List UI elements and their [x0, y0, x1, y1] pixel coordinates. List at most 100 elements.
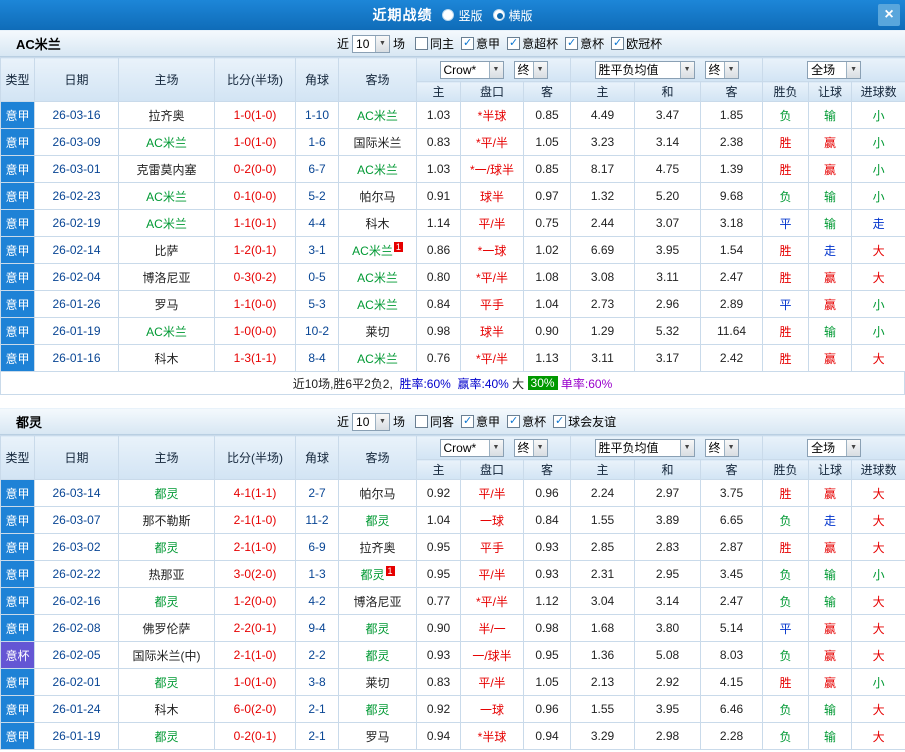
- home-team-cell: AC米兰: [118, 128, 215, 156]
- checkbox-icon[interactable]: [415, 415, 429, 428]
- filter-bar: 近 10 ▼ 场同客 ✓ 意甲 ✓ 意杯 ✓ 球会友谊: [334, 412, 616, 431]
- team-name-text: 国际米兰: [353, 135, 402, 150]
- chevron-down-icon: ▼: [375, 413, 390, 430]
- checkbox-icon[interactable]: ✓: [553, 415, 567, 428]
- layout-option-vertical[interactable]: 竖版: [442, 7, 483, 24]
- avg-draw-cell: 3.89: [634, 506, 702, 534]
- league-cell: 意甲: [0, 560, 35, 588]
- checkbox-icon[interactable]: ✓: [507, 37, 521, 50]
- league-cell: 意甲: [0, 668, 35, 696]
- home-odds-cell: 0.91: [416, 182, 461, 210]
- col-header: 角球: [295, 57, 339, 102]
- avg-time-select[interactable]: 终 ▼: [704, 60, 739, 79]
- score-cell: 0-1(0-0): [214, 182, 296, 210]
- col-header: 客场: [338, 435, 417, 480]
- checkbox-icon[interactable]: ✓: [611, 37, 625, 50]
- team-name-text: 比萨: [154, 243, 179, 258]
- avg-draw-cell: 2.92: [634, 668, 702, 696]
- result-cell: 负: [762, 182, 810, 210]
- filter-checkbox-意杯[interactable]: ✓ 意杯: [507, 413, 546, 430]
- radio-horizontal-icon[interactable]: [492, 9, 505, 21]
- filter-checkbox-同主[interactable]: 同主: [415, 35, 454, 52]
- team-name-text: 都灵: [154, 540, 179, 555]
- avg-away-cell: 1.39: [700, 155, 764, 183]
- away-odds-cell: 1.13: [522, 344, 572, 372]
- recent-count-select[interactable]: 10 ▼: [352, 34, 391, 53]
- filter-checkbox-意甲[interactable]: ✓ 意甲: [461, 413, 500, 430]
- home-team-cell: 都灵: [118, 587, 215, 615]
- radio-vertical-icon[interactable]: [442, 9, 455, 21]
- handicap-cell: 一/球半: [460, 641, 524, 669]
- home-odds-cell: 0.95: [416, 560, 461, 588]
- filter-checkbox-意杯[interactable]: ✓ 意杯: [565, 35, 604, 52]
- odds-source-select[interactable]: Crow* ▼: [439, 60, 504, 79]
- home-team-cell: 博洛尼亚: [118, 263, 215, 291]
- result-cell: 胜: [762, 479, 810, 507]
- avg-away-cell: 8.03: [700, 641, 764, 669]
- avg-away-cell: 3.45: [700, 560, 764, 588]
- home-odds-cell: 0.77: [416, 587, 461, 615]
- league-cell: 意甲: [0, 290, 35, 318]
- avg-home-cell: 1.36: [570, 641, 636, 669]
- games-label: 场: [393, 37, 406, 51]
- date-cell: 26-01-19: [34, 317, 119, 345]
- date-cell: 26-02-22: [34, 560, 119, 588]
- corners-cell: 11-2: [295, 506, 339, 534]
- filter-checkbox-意超杯[interactable]: ✓ 意超杯: [507, 35, 558, 52]
- handicap-result-cell: 赢: [808, 344, 853, 372]
- layout-option-horizontal[interactable]: 横版: [492, 7, 533, 24]
- checkbox-icon[interactable]: [415, 37, 429, 50]
- team-name-text: 都灵: [365, 648, 390, 663]
- filter-checkbox-欧冠杯[interactable]: ✓ 欧冠杯: [611, 35, 662, 52]
- result-cell: 负: [762, 641, 810, 669]
- avg-away-cell: 2.47: [700, 587, 764, 615]
- result-cell: 负: [762, 506, 810, 534]
- checkbox-icon[interactable]: ✓: [461, 37, 475, 50]
- scope-select[interactable]: 全场 ▼: [807, 60, 862, 79]
- handicap-result-cell: 赢: [808, 263, 853, 291]
- away-team-cell: 罗马: [338, 722, 417, 750]
- filter-checkbox-意甲[interactable]: ✓ 意甲: [461, 35, 500, 52]
- recent-count-select[interactable]: 10 ▼: [352, 412, 391, 431]
- avg-source-select[interactable]: 胜平负均值 ▼: [594, 438, 695, 457]
- checkbox-label: 意甲: [476, 37, 501, 51]
- avg-time-select[interactable]: 终 ▼: [704, 438, 739, 457]
- avg-away-cell: 2.87: [700, 533, 764, 561]
- avg-draw-cell: 3.14: [634, 128, 702, 156]
- handicap-cell: 平/半: [460, 668, 524, 696]
- home-team-cell: 国际米兰(中): [118, 641, 215, 669]
- goals-result-cell: 大: [851, 614, 905, 642]
- goals-result-cell: 小: [851, 128, 905, 156]
- close-icon[interactable]: ×: [878, 4, 900, 26]
- avg-away-cell: 2.47: [700, 263, 764, 291]
- team-name-text: 科木: [154, 702, 179, 717]
- checkbox-icon[interactable]: ✓: [565, 37, 579, 50]
- home-team-cell: 科木: [118, 695, 215, 723]
- odds-time-select[interactable]: 终 ▼: [513, 60, 548, 79]
- result-cell: 负: [762, 587, 810, 615]
- avg-source-select[interactable]: 胜平负均值 ▼: [594, 60, 695, 79]
- col-header: 比分(半场): [214, 57, 296, 102]
- handicap-cell: 半/一: [460, 614, 524, 642]
- score-cell: 1-0(1-0): [214, 128, 296, 156]
- goals-result-cell: 大: [851, 344, 905, 372]
- home-team-cell: 拉齐奥: [118, 101, 215, 129]
- checkbox-icon[interactable]: ✓: [507, 415, 521, 428]
- date-cell: 26-02-16: [34, 587, 119, 615]
- filter-checkbox-球会友谊[interactable]: ✓ 球会友谊: [553, 413, 616, 430]
- team-name-text: 国际米兰(中): [132, 648, 201, 663]
- odds-source-select[interactable]: Crow* ▼: [439, 438, 504, 457]
- checkbox-label: 意超杯: [522, 37, 559, 51]
- avg-home-cell: 3.29: [570, 722, 636, 750]
- checkbox-icon[interactable]: ✓: [461, 415, 475, 428]
- team-name-text: 莱切: [365, 675, 390, 690]
- result-cell: 胜: [762, 236, 810, 264]
- away-team-cell: AC米兰: [338, 101, 417, 129]
- away-odds-cell: 0.75: [522, 209, 572, 237]
- odds-time-select[interactable]: 终 ▼: [513, 438, 548, 457]
- filter-checkbox-同客[interactable]: 同客: [415, 413, 454, 430]
- scope-select[interactable]: 全场 ▼: [807, 438, 862, 457]
- away-team-cell: 帕尔马: [338, 182, 417, 210]
- avg-draw-cell: 4.75: [634, 155, 702, 183]
- score-cell: 1-2(0-0): [214, 587, 296, 615]
